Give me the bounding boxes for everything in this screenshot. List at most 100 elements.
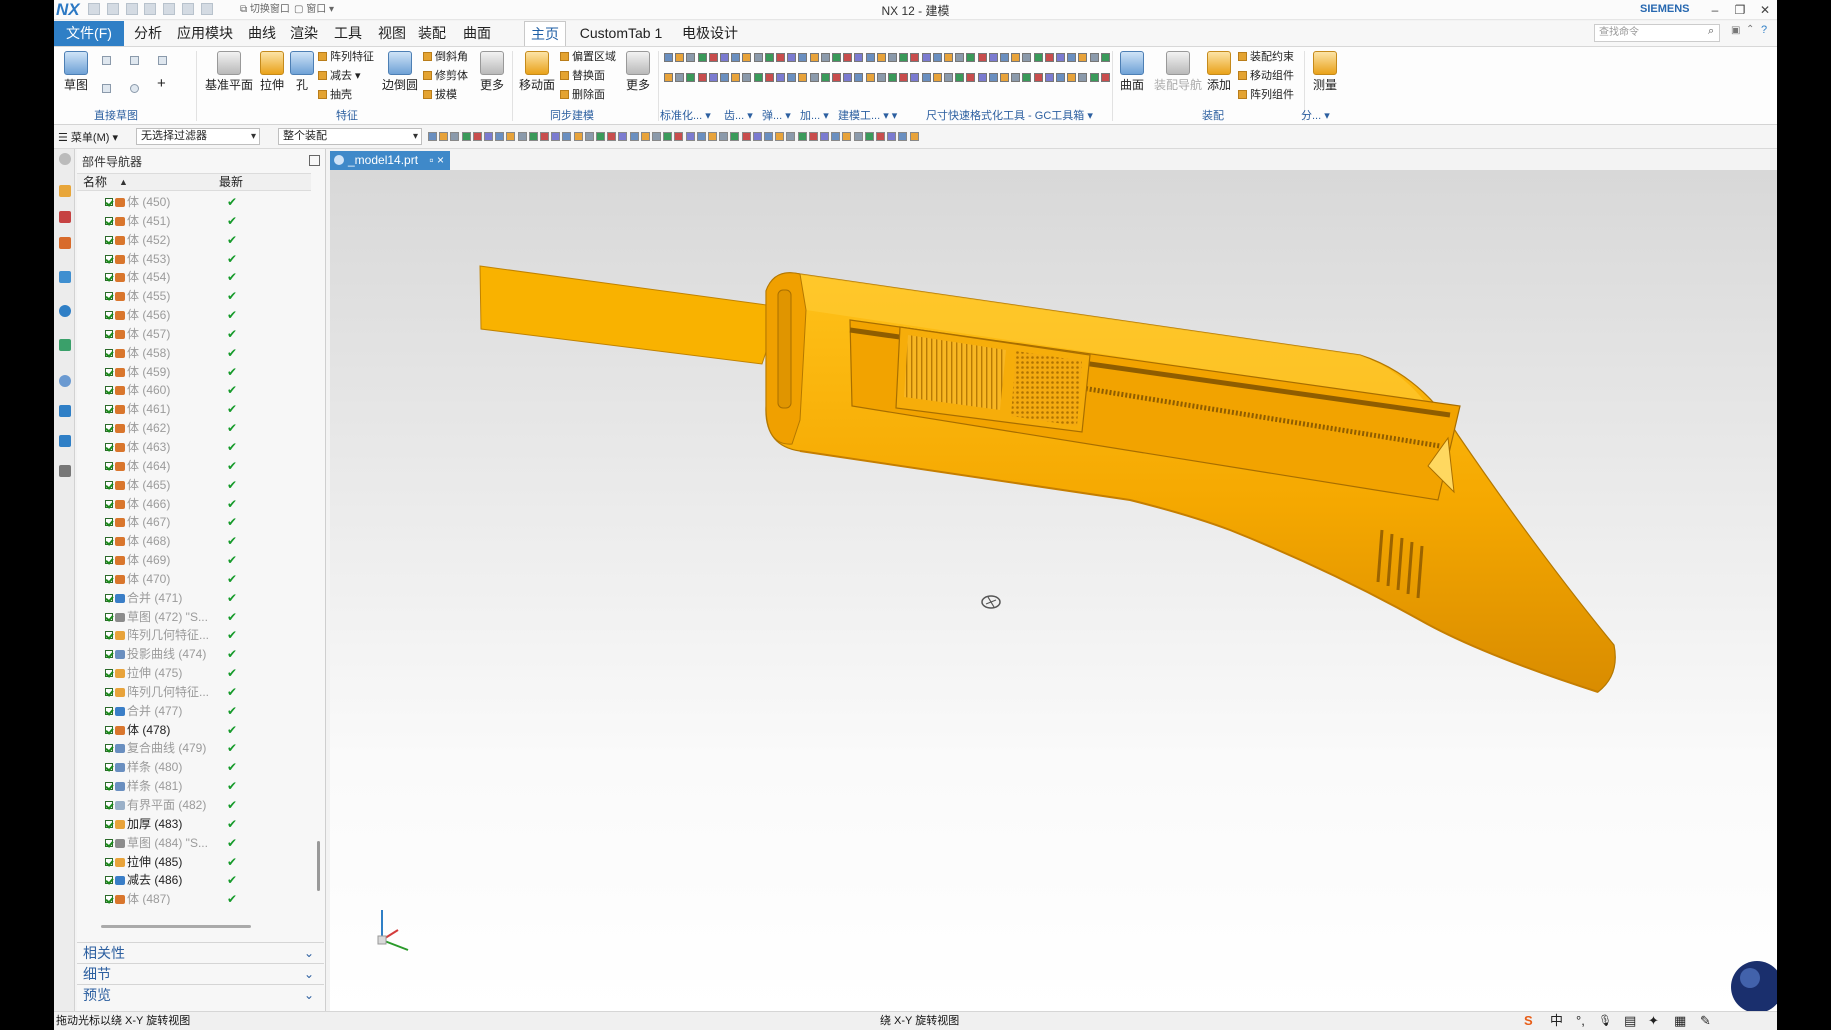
visibility-checkbox[interactable] — [105, 311, 113, 320]
selection-tool-icon[interactable] — [495, 132, 505, 141]
visibility-checkbox[interactable] — [105, 254, 113, 263]
trim-body-button[interactable]: 修剪体 — [423, 69, 468, 83]
tool-icon[interactable] — [720, 53, 729, 62]
window-menu-button[interactable]: ▢ 窗口 ▾ — [294, 3, 334, 17]
help-icon[interactable]: ? — [1761, 24, 1767, 36]
tool-icon[interactable] — [664, 73, 673, 82]
selection-tool-icon[interactable] — [775, 132, 785, 141]
tool-icon[interactable] — [1056, 73, 1065, 82]
tool-icon[interactable] — [1056, 53, 1065, 62]
tool-icon[interactable] — [1078, 53, 1088, 62]
feature-more-button[interactable]: 更多 — [478, 51, 506, 92]
tool-icon[interactable] — [854, 73, 864, 82]
tool-icon[interactable] — [1011, 53, 1021, 62]
navigator-row[interactable]: 体 (466) ✔ — [77, 495, 309, 514]
tool-icon[interactable] — [1011, 73, 1021, 82]
navigator-row[interactable]: 体 (462) ✔ — [77, 419, 309, 438]
extrude-button[interactable]: 拉伸 — [257, 51, 287, 92]
navigator-row[interactable]: 体 (452) ✔ — [77, 231, 309, 250]
tool-icon[interactable] — [809, 73, 819, 82]
menu-home[interactable]: 主页 — [524, 21, 566, 46]
selection-tool-icon[interactable] — [484, 132, 493, 141]
menu-file[interactable]: 文件(F) — [54, 21, 124, 46]
punctuation-icon[interactable]: °, — [1576, 1012, 1585, 1030]
pattern-feature-button[interactable]: 阵列特征 — [318, 50, 374, 64]
dependencies-panel[interactable]: 相关性 ⌄ — [77, 942, 324, 962]
selection-tool-icon[interactable] — [764, 132, 773, 141]
tool-icon[interactable] — [888, 73, 897, 82]
visibility-checkbox[interactable] — [105, 480, 113, 489]
repeat-command-icon[interactable] — [200, 3, 213, 16]
navigator-row[interactable]: 体 (469) ✔ — [77, 551, 309, 570]
measure-button[interactable]: 测量 — [1310, 51, 1340, 92]
tool-icon[interactable] — [1044, 53, 1054, 62]
visibility-checkbox[interactable] — [105, 782, 113, 791]
tool-icon[interactable] — [899, 73, 909, 82]
visibility-checkbox[interactable] — [105, 198, 113, 206]
tool-icon[interactable] — [697, 73, 707, 82]
arc-icon[interactable] — [102, 84, 111, 93]
menu-applications[interactable]: 应用模块 — [174, 21, 236, 46]
visibility-checkbox[interactable] — [105, 631, 113, 640]
selection-tool-icon[interactable] — [696, 132, 706, 141]
selection-tool-icon[interactable] — [506, 132, 516, 141]
tool-icon[interactable] — [865, 73, 875, 82]
tool-icon[interactable] — [899, 53, 909, 62]
navigator-row[interactable]: 体 (450) ✔ — [77, 193, 309, 212]
tool-icon[interactable] — [843, 73, 853, 82]
draft-button[interactable]: 拔模 — [423, 88, 457, 102]
tool-icon[interactable] — [720, 73, 729, 82]
selection-tool-icon[interactable] — [596, 132, 605, 141]
reuse-library-icon[interactable] — [59, 271, 71, 283]
datum-plane-button[interactable]: 基准平面 — [204, 51, 254, 92]
tool-icon[interactable] — [944, 73, 953, 82]
model-tab[interactable]: _model14.prt ▫ × — [330, 151, 450, 170]
tool-icon[interactable] — [832, 53, 841, 62]
visibility-checkbox[interactable] — [105, 725, 113, 734]
navigator-row[interactable]: 样条 (481) ✔ — [77, 777, 309, 796]
navigator-row[interactable]: 体 (487) ✔ — [77, 890, 309, 905]
menu-surface[interactable]: 曲面 — [459, 21, 495, 46]
microphone-icon[interactable]: 🎙 — [1598, 1012, 1612, 1030]
selection-tool-icon[interactable] — [674, 132, 684, 141]
visibility-checkbox[interactable] — [105, 706, 113, 715]
tool-icon[interactable] — [921, 53, 931, 62]
tool-icon[interactable] — [708, 53, 718, 62]
scrollbar-thumb[interactable] — [317, 841, 320, 891]
cut-icon[interactable] — [144, 3, 157, 16]
system-scene-icon[interactable] — [59, 465, 71, 477]
visibility-checkbox[interactable] — [105, 216, 113, 225]
selection-tool-icon[interactable] — [540, 132, 549, 141]
replace-face-button[interactable]: 替换面 — [560, 69, 605, 83]
menu-electrode-design[interactable]: 电极设计 — [678, 21, 742, 46]
line-icon[interactable] — [158, 56, 167, 65]
toolbox-icon[interactable]: ▦ — [1674, 1012, 1686, 1030]
tool-icon[interactable] — [1000, 73, 1009, 82]
tool-icon[interactable] — [955, 73, 965, 82]
visibility-checkbox[interactable] — [105, 518, 113, 527]
assembly-navigator-button[interactable]: 装配导航 — [1152, 51, 1204, 92]
tool-icon[interactable] — [910, 73, 920, 82]
visibility-checkbox[interactable] — [105, 424, 113, 433]
tool-icon[interactable] — [832, 73, 841, 82]
menu-assembly[interactable]: 装配 — [414, 21, 450, 46]
visibility-checkbox[interactable] — [105, 386, 113, 395]
tool-icon[interactable] — [820, 73, 830, 82]
tool-icon[interactable] — [675, 73, 685, 82]
selection-tool-icon[interactable] — [864, 132, 874, 141]
visibility-checkbox[interactable] — [105, 593, 113, 602]
profile-icon[interactable] — [102, 56, 111, 65]
tool-icon[interactable] — [932, 53, 942, 62]
navigator-row[interactable]: 体 (461) ✔ — [77, 400, 309, 419]
navigator-row[interactable]: 草图 (484) "S... ✔ — [77, 834, 309, 853]
visibility-checkbox[interactable] — [105, 273, 113, 282]
menu-render[interactable]: 渲染 — [286, 21, 322, 46]
visibility-checkbox[interactable] — [105, 763, 113, 772]
visibility-checkbox[interactable] — [105, 367, 113, 376]
tool-icon[interactable] — [955, 53, 965, 62]
tool-icon[interactable] — [977, 73, 987, 82]
navigator-row[interactable]: 体 (456) ✔ — [77, 306, 309, 325]
settings-icon[interactable] — [59, 153, 71, 165]
assembly-constraint-button[interactable]: 装配约束 — [1238, 50, 1294, 64]
tool-icon[interactable] — [966, 53, 976, 62]
